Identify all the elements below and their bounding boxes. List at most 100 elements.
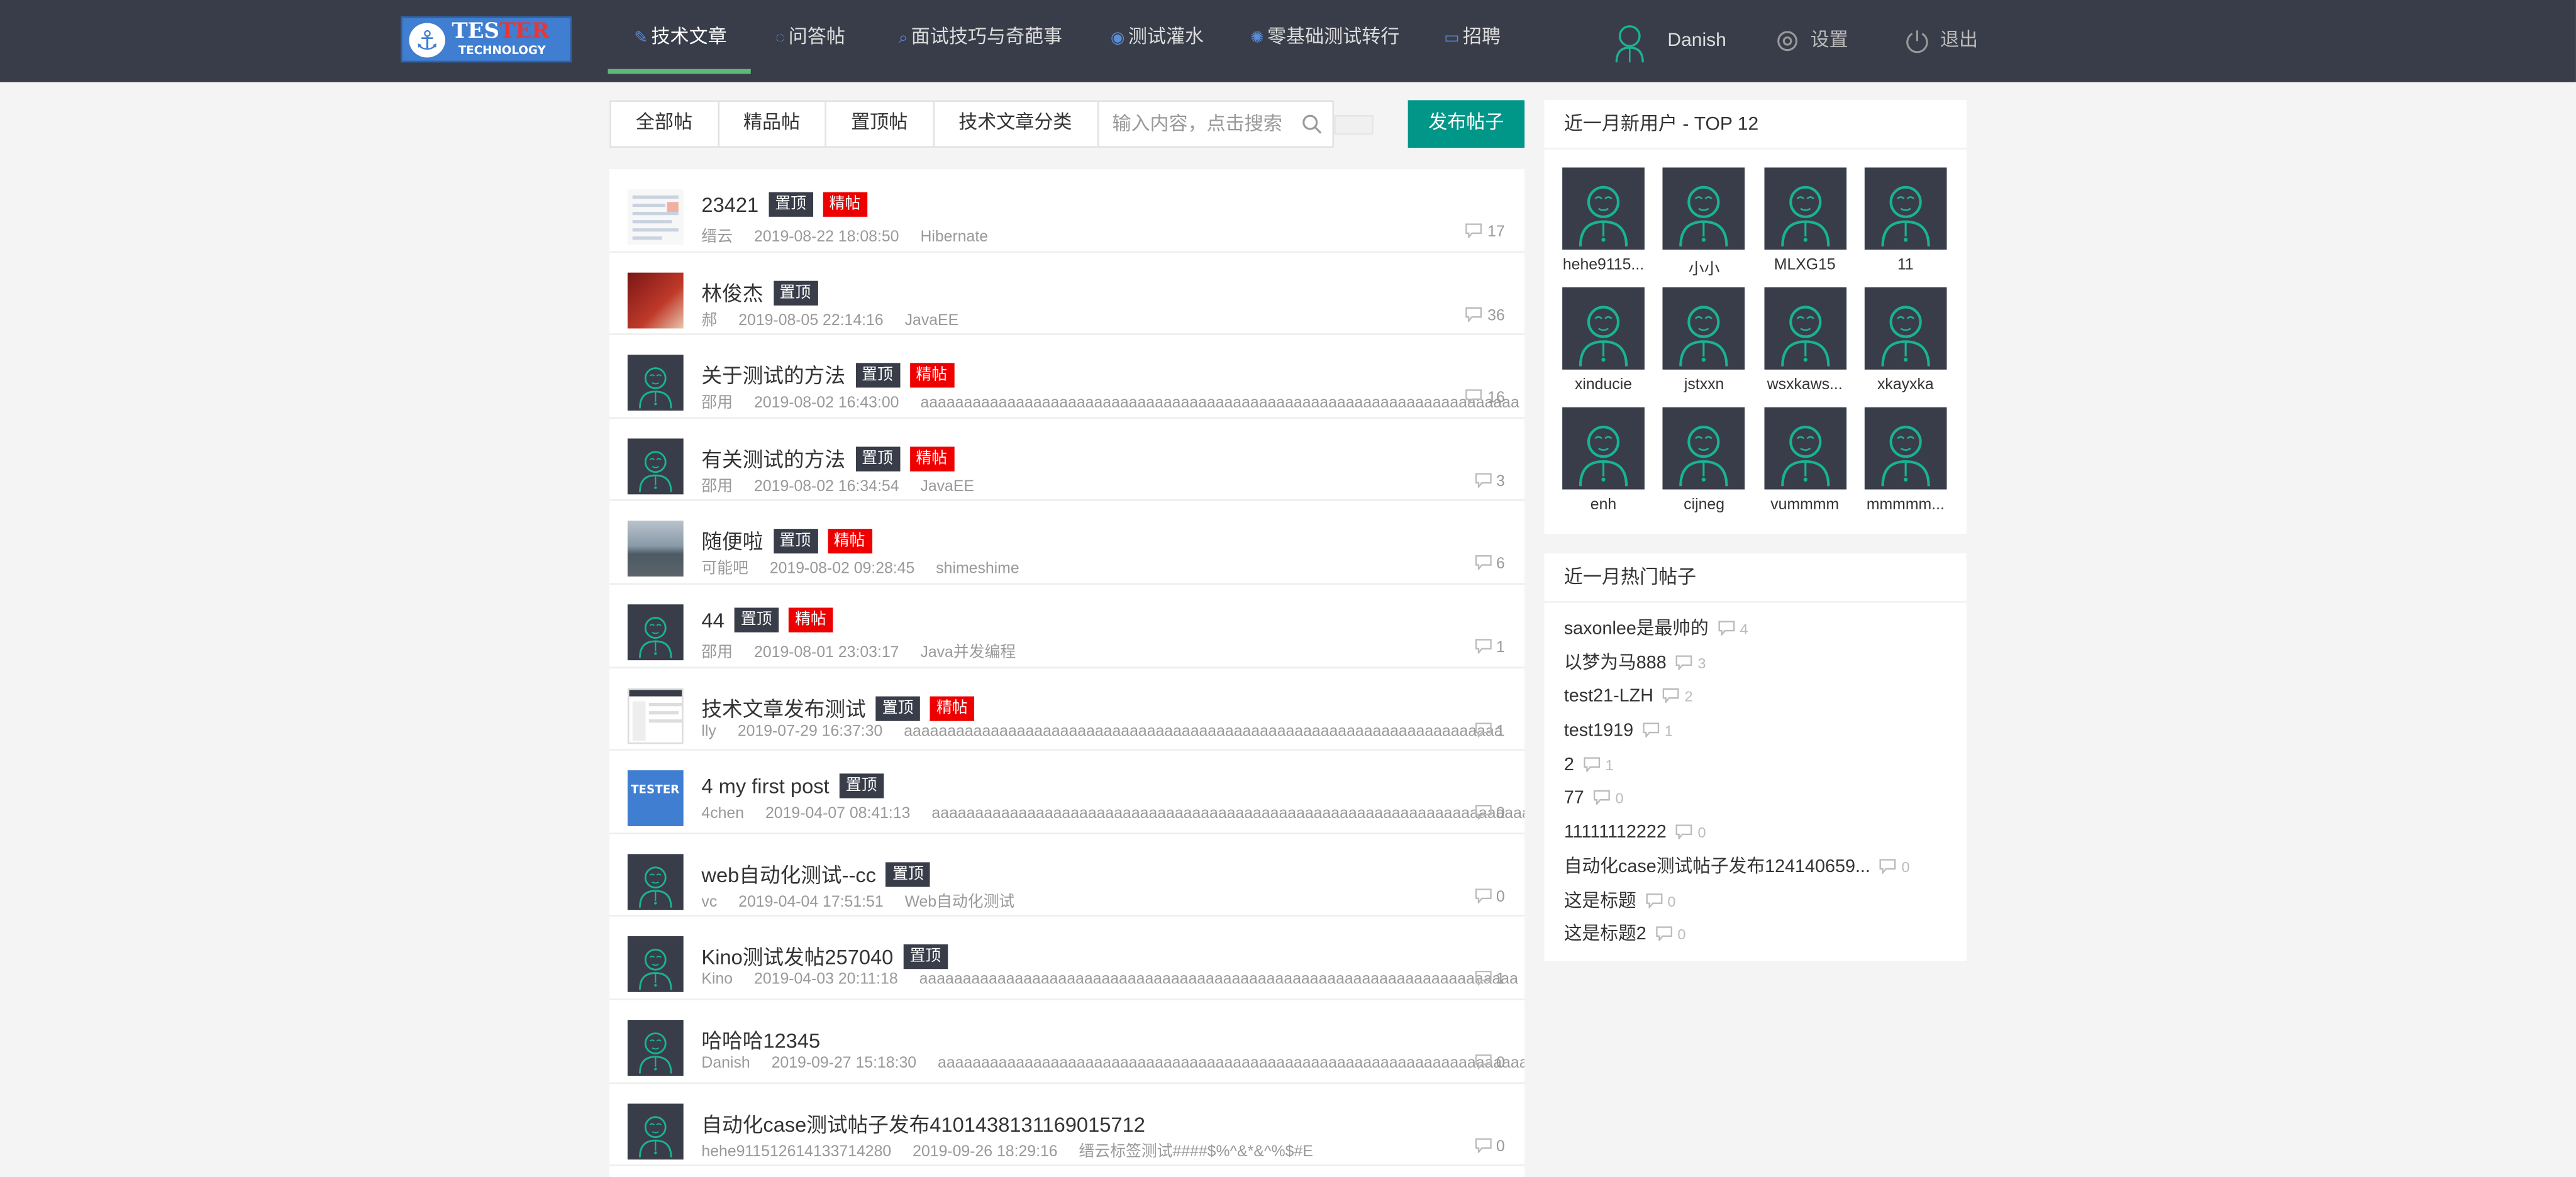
user-avatar-icon[interactable] [1864,287,1947,370]
hot-post-item[interactable]: test1919 1 [1564,714,1947,748]
new-user-name[interactable]: jstxxn [1663,376,1745,394]
publish-post-button[interactable]: 发布帖子 [1407,100,1525,148]
post-row[interactable]: 技术文章发布测试 置顶 精帖 lly 2019-07-29 16:37:30 aaaaa… [609,668,1525,751]
post-title[interactable]: 有关测试的方法 [701,448,845,472]
hot-post-item[interactable]: 21 [1564,749,1947,783]
post-row[interactable]: 关于测试的方法 置顶 精帖 邵用 2019-08-02 16:43:00 aaaaaaa… [609,335,1525,419]
post-author[interactable]: 邵用 [701,644,733,662]
post-tag[interactable]: JavaEE [905,311,959,329]
user-avatar-icon[interactable] [1663,407,1745,490]
post-thumbnail[interactable] [627,687,684,744]
post-row[interactable]: Kino测试发帖257040 置顶 Kino 2019-04-03 20:11:18… [609,917,1525,1000]
post-author[interactable]: 缙云 [701,228,733,246]
new-user-item[interactable]: 小小 [1663,167,1745,279]
post-thumbnail[interactable] [627,355,684,411]
post-tag[interactable]: shimeshime [936,561,1019,579]
post-title[interactable]: web自动化测试--cc [701,863,876,887]
logout-link[interactable]: 退出 [1904,0,1978,82]
hot-post-item[interactable]: 这是标题 0 [1564,885,1947,919]
user-avatar-icon[interactable] [1562,287,1645,370]
post-thumbnail[interactable] [627,853,684,910]
post-author[interactable]: lly [701,722,716,740]
hot-post-title[interactable]: 2 [1564,755,1574,775]
post-author[interactable]: 4chen [701,805,744,823]
search-icon[interactable] [1301,113,1323,135]
hot-post-item[interactable]: 自动化case测试帖子发布124140659... 0 [1564,851,1947,885]
user-avatar-icon[interactable] [1562,167,1645,250]
post-thumbnail[interactable] [627,438,684,494]
user-avatar-icon[interactable] [1763,407,1846,490]
new-user-name[interactable]: mmmmm... [1865,496,1947,514]
new-user-item[interactable]: enh [1562,407,1645,514]
new-user-name[interactable]: hehe9115... [1562,257,1645,275]
search-input[interactable] [1099,101,1297,146]
user-avatar-icon[interactable] [1763,167,1846,250]
nav-item-jobs[interactable]: ▭ 招聘 [1444,0,1501,82]
new-user-name[interactable]: cijneg [1663,496,1745,514]
post-thumbnail[interactable] [627,189,684,245]
post-title[interactable]: 关于测试的方法 [701,365,845,388]
post-title[interactable]: 随便啦 [701,531,763,555]
post-thumbnail[interactable] [627,1103,684,1159]
post-tag[interactable]: Hibernate [920,228,988,246]
post-title[interactable]: 44 [701,609,724,633]
hot-post-item[interactable]: 这是标题2 0 [1564,919,1947,953]
post-row[interactable]: 随便啦 置顶 精帖 可能吧 2019-08-02 09:28:45 shimeshime… [609,502,1525,585]
post-tag[interactable]: aaaaaaaaaaaaaaaaaaaaaaaaaaaaaaaaaaaaaaaa… [920,394,1519,412]
post-author[interactable]: hehe911512614133714280 [701,1142,891,1161]
nav-item-qa[interactable]: ◌ 问答帖 [775,0,845,82]
hot-post-title[interactable]: saxonlee是最帅的 [1564,619,1709,639]
user-avatar-icon[interactable] [1612,21,1648,64]
post-thumbnail[interactable] [627,272,684,328]
hot-post-title[interactable]: 11111112222 [1564,823,1667,843]
user-avatar-icon[interactable] [1562,407,1645,490]
hot-post-item[interactable]: 以梦为马888 3 [1564,646,1947,680]
post-row[interactable]: 林俊杰 置顶 郝 2019-08-05 22:14:16 JavaEE 36 [609,252,1525,336]
nav-item-test-water[interactable]: ◉ 测试灌水 [1111,0,1204,82]
nav-item-career-change[interactable]: ✺ 零基础测试转行 [1250,0,1399,82]
hot-post-title[interactable]: 77 [1564,789,1584,809]
nav-item-interview[interactable]: ⌕ 面试技巧与奇葩事 [899,0,1062,82]
post-title[interactable]: 23421 [701,194,758,217]
post-thumbnail[interactable]: TESTER [627,770,684,827]
hot-post-item[interactable]: test21-LZH 2 [1564,680,1947,714]
post-row[interactable]: 自动化case测试帖子发布4101438131169015712 hehe911… [609,1083,1525,1166]
tab-all-posts[interactable]: 全部帖 [611,101,719,146]
post-row[interactable]: 44 置顶 精帖 邵用 2019-08-01 23:03:17 Java并发编程 1 [609,585,1525,668]
post-tag[interactable]: 缙云标签测试####$%^&*&^%$#E [1079,1142,1313,1161]
new-user-name[interactable]: wsxkaws... [1763,376,1846,394]
new-user-name[interactable]: xkayxka [1865,376,1947,394]
new-user-name[interactable]: xinducie [1562,376,1645,394]
post-row[interactable]: web自动化测试--cc 置顶 vc 2019-04-04 17:51:51 Web自… [609,834,1525,917]
hot-post-title[interactable]: 自动化case测试帖子发布124140659... [1564,857,1870,876]
post-thumbnail[interactable] [627,604,684,661]
post-author[interactable]: 郝 [701,311,717,329]
hot-post-item[interactable]: saxonlee是最帅的 4 [1564,612,1947,646]
new-user-item[interactable]: xkayxka [1864,287,1947,394]
post-author[interactable]: 邵用 [701,478,733,496]
post-row[interactable]: 哈哈哈12345 Danish 2019-09-27 15:18:30 aaaaaa… [609,1000,1525,1083]
tab-featured-posts[interactable]: 精品帖 [719,101,826,146]
tab-pinned-posts[interactable]: 置顶帖 [826,101,935,146]
hot-post-title[interactable]: 这是标题 [1564,891,1636,910]
post-author[interactable]: Kino [701,971,733,990]
hot-post-title[interactable]: 这是标题2 [1564,925,1646,944]
user-avatar-icon[interactable] [1864,407,1947,490]
post-tag[interactable]: aaaaaaaaaaaaaaaaaaaaaaaaaaaaaaaaaaaaaaaa… [919,971,1518,990]
post-author[interactable]: 可能吧 [701,561,748,579]
site-logo[interactable]: ⚓ TESTER TECHNOLOGY [401,16,572,63]
new-user-name[interactable]: 11 [1865,257,1947,275]
post-thumbnail[interactable] [627,521,684,577]
hot-post-title[interactable]: 以梦为马888 [1564,653,1667,673]
post-tag[interactable]: Web自动化测试 [905,893,1015,911]
post-row[interactable]: 23421 置顶 精帖 缙云 2019-08-22 18:08:50 Hibernate… [609,169,1525,253]
post-author[interactable]: Danish [701,1054,750,1073]
new-user-item[interactable]: mmmmm... [1864,407,1947,514]
new-user-name[interactable]: enh [1562,496,1645,514]
user-avatar-icon[interactable] [1663,167,1745,250]
new-user-item[interactable]: vummmm [1763,407,1846,514]
hot-post-item[interactable]: 11111112222 0 [1564,817,1947,851]
user-avatar-icon[interactable] [1763,287,1846,370]
post-title[interactable]: 林俊杰 [701,282,763,305]
post-author[interactable]: 邵用 [701,394,733,412]
